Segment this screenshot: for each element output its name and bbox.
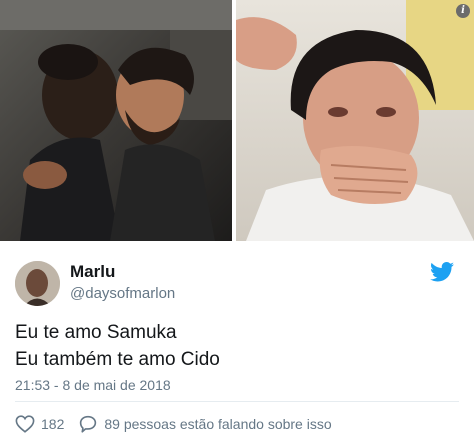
user-handle[interactable]: @daysofmarlon bbox=[70, 285, 175, 302]
kiss-scene-photo bbox=[0, 0, 232, 241]
twitter-bird-icon[interactable] bbox=[430, 261, 454, 283]
avatar[interactable] bbox=[15, 261, 60, 306]
kiss-scene-illustration bbox=[0, 0, 232, 241]
heart-icon bbox=[15, 415, 35, 433]
info-icon[interactable]: i bbox=[456, 4, 470, 18]
tweet-timestamp[interactable]: 21:53 - 8 de mai de 2018 bbox=[15, 377, 171, 393]
tweet-line-2: Eu também te amo Cido bbox=[15, 349, 220, 370]
reply-button[interactable]: 89 pessoas estão falando sobre isso bbox=[78, 415, 332, 433]
tweet-line-1: Eu te amo Samuka bbox=[15, 322, 177, 343]
crying-woman-photo: i bbox=[236, 0, 474, 241]
display-name[interactable]: Marlu bbox=[70, 262, 115, 282]
divider bbox=[15, 401, 459, 402]
reply-summary: 89 pessoas estão falando sobre isso bbox=[104, 416, 332, 432]
speech-bubble-icon bbox=[80, 415, 97, 433]
photo-collage: i bbox=[0, 0, 474, 241]
crying-woman-illustration bbox=[236, 0, 474, 241]
tweet-text: Eu te amo Samuka Eu também te amo Cido bbox=[15, 319, 220, 373]
tweet-actions: 182 89 pessoas estão falando sobre isso bbox=[15, 413, 346, 435]
like-button[interactable]: 182 bbox=[15, 415, 64, 433]
tweet-card: Marlu @daysofmarlon Eu te amo Samuka Eu … bbox=[0, 241, 474, 443]
like-count: 182 bbox=[41, 416, 65, 432]
